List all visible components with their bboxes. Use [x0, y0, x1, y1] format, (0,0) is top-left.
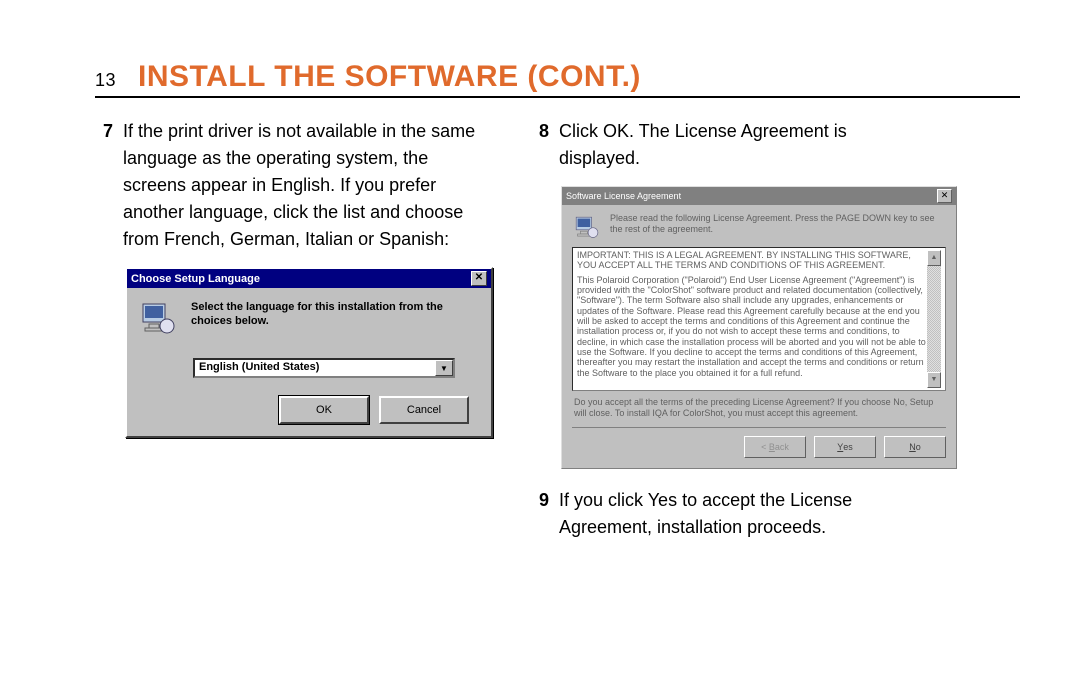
step-8: 8 Click OK. The License Agreement is dis… [531, 118, 931, 172]
dialog-message: Select the language for this installatio… [191, 298, 479, 338]
dialog-titlebar[interactable]: Software License Agreement ✕ [562, 187, 956, 205]
setup-icon [137, 298, 177, 338]
back-button[interactable]: < Back [744, 436, 806, 458]
step-9: 9 If you click Yes to accept the License… [531, 487, 931, 541]
step-number: 8 [531, 118, 549, 172]
step-text: If you click Yes to accept the License A… [559, 487, 931, 541]
step-7: 7 If the print driver is not available i… [95, 118, 495, 253]
license-heading: IMPORTANT: THIS IS A LEGAL AGREEMENT. BY… [577, 250, 927, 271]
step-number: 9 [531, 487, 549, 541]
dialog-titlebar[interactable]: Choose Setup Language ✕ [127, 269, 491, 288]
license-dialog: Software License Agreement ✕ [561, 186, 957, 469]
scroll-track[interactable] [927, 266, 941, 372]
scrollbar[interactable]: ▲ ▼ [927, 250, 941, 388]
choose-language-dialog: Choose Setup Language ✕ [125, 267, 493, 438]
step-text: If the print driver is not available in … [123, 118, 495, 253]
yes-button[interactable]: Yes [814, 436, 876, 458]
cancel-button[interactable]: Cancel [379, 396, 469, 424]
license-textbox[interactable]: IMPORTANT: THIS IS A LEGAL AGREEMENT. BY… [572, 247, 946, 391]
dialog-title-text: Software License Agreement [566, 191, 681, 201]
step-number: 7 [95, 118, 113, 253]
dialog-title-text: Choose Setup Language [131, 273, 260, 285]
close-icon[interactable]: ✕ [937, 189, 952, 203]
scroll-up-icon[interactable]: ▲ [927, 250, 941, 266]
no-button[interactable]: No [884, 436, 946, 458]
close-icon[interactable]: ✕ [471, 271, 487, 286]
step-text: Click OK. The License Agreement is displ… [559, 118, 931, 172]
page-number: 13 [95, 70, 116, 91]
scroll-down-icon[interactable]: ▼ [927, 372, 941, 388]
language-selected: English (United States) [195, 360, 435, 376]
page-header: 13 INSTALL THE SOFTWARE (CONT.) [95, 60, 1020, 98]
chevron-down-icon[interactable]: ▼ [435, 360, 453, 376]
license-question: Do you accept all the terms of the prece… [574, 397, 944, 419]
setup-icon [572, 213, 600, 241]
license-instruction: Please read the following License Agreem… [610, 213, 946, 241]
language-combobox[interactable]: English (United States) ▼ [193, 358, 455, 378]
page-title: INSTALL THE SOFTWARE (CONT.) [138, 60, 641, 94]
ok-button[interactable]: OK [279, 396, 369, 424]
license-body: This Polaroid Corporation ("Polaroid") E… [577, 275, 927, 378]
